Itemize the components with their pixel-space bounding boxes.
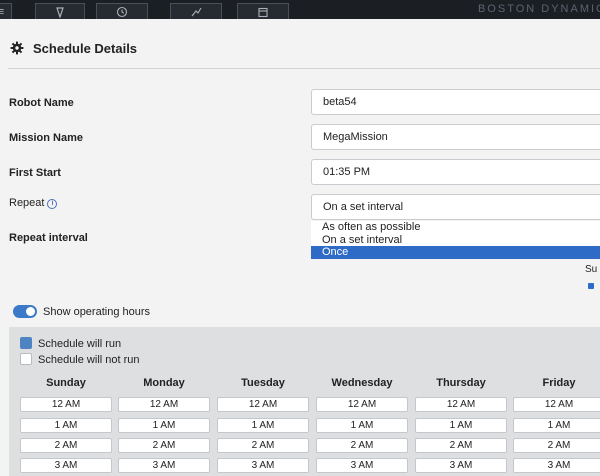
weekday-label-sunday: Su — [585, 264, 598, 275]
page-header: Schedule Details — [0, 19, 600, 69]
hour-cell-sunday-3[interactable]: 3 AM — [20, 458, 112, 473]
mission-name-field[interactable]: MegaMission — [311, 124, 600, 150]
mission-name-label: Mission Name — [9, 132, 83, 144]
hour-cell-wednesday-1[interactable]: 1 AM — [316, 418, 408, 433]
hour-cell-friday-2[interactable]: 2 AM — [513, 438, 600, 453]
repeat-option-set-interval[interactable]: On a set interval — [311, 234, 600, 247]
repeat-label-row: Repeat i — [9, 197, 58, 209]
day-header-tuesday: Tuesday — [241, 377, 285, 389]
operating-hours-toggle[interactable] — [13, 305, 37, 318]
hour-cell-tuesday-3[interactable]: 3 AM — [217, 458, 309, 473]
first-start-field[interactable]: 01:35 PM — [311, 159, 600, 185]
repeat-label: Repeat — [9, 197, 45, 209]
repeat-interval-label: Repeat interval — [9, 232, 88, 244]
weekday-checkbox-sunday[interactable] — [588, 283, 594, 289]
info-icon[interactable]: i — [47, 199, 58, 209]
gear-icon — [10, 41, 24, 55]
day-header-monday: Monday — [143, 377, 185, 389]
robot-name-label: Robot Name — [9, 97, 74, 109]
nav-tab-history[interactable] — [96, 3, 148, 19]
hour-cell-sunday-1[interactable]: 1 AM — [20, 418, 112, 433]
hour-cell-sunday-2[interactable]: 2 AM — [20, 438, 112, 453]
day-header-friday: Friday — [542, 377, 576, 389]
legend-will-not-run: Schedule will not run — [38, 354, 140, 366]
hour-cell-thursday-1[interactable]: 1 AM — [415, 418, 507, 433]
chart-icon — [191, 7, 202, 16]
top-nav-bar: ≡ BOSTON DYNAMIC — [0, 0, 600, 19]
repeat-select[interactable]: On a set interval — [311, 194, 600, 220]
calendar-icon — [258, 7, 268, 17]
operating-hours-toggle-label: Show operating hours — [43, 306, 151, 318]
hour-cell-wednesday-2[interactable]: 2 AM — [316, 438, 408, 453]
page-title: Schedule Details — [33, 41, 138, 56]
hour-cell-tuesday-0[interactable]: 12 AM — [217, 397, 309, 412]
day-header-thursday: Thursday — [436, 377, 486, 389]
first-start-value: 01:35 PM — [323, 166, 371, 178]
header-divider — [8, 68, 600, 69]
hour-cell-tuesday-1[interactable]: 1 AM — [217, 418, 309, 433]
hour-cell-wednesday-3[interactable]: 3 AM — [316, 458, 408, 473]
repeat-selected-value: On a set interval — [323, 201, 404, 213]
legend-swatch-will-run — [20, 337, 32, 349]
repeat-dropdown-menu: As often as possible On a set interval O… — [311, 221, 600, 259]
nav-icon: ≡ — [0, 5, 5, 18]
repeat-option-once[interactable]: Once — [311, 246, 600, 259]
mission-name-value: MegaMission — [323, 131, 388, 143]
brand-logo-text: BOSTON DYNAMIC — [477, 3, 600, 15]
hour-cell-thursday-0[interactable]: 12 AM — [415, 397, 507, 412]
day-header-wednesday: Wednesday — [331, 377, 393, 389]
hour-cell-thursday-3[interactable]: 3 AM — [415, 458, 507, 473]
hour-cell-wednesday-0[interactable]: 12 AM — [316, 397, 408, 412]
toggle-knob — [26, 307, 35, 316]
nav-tab-missions[interactable] — [35, 3, 85, 19]
day-header-sunday: Sunday — [46, 377, 86, 389]
nav-tab-schedule[interactable] — [237, 3, 289, 19]
first-start-label: First Start — [9, 167, 61, 179]
hour-cell-tuesday-2[interactable]: 2 AM — [217, 438, 309, 453]
hour-cell-friday-0[interactable]: 12 AM — [513, 397, 600, 412]
nav-tab-analytics[interactable] — [170, 3, 222, 19]
hour-cell-friday-3[interactable]: 3 AM — [513, 458, 600, 473]
hour-cell-friday-1[interactable]: 1 AM — [513, 418, 600, 433]
map-pin-icon — [56, 6, 64, 18]
repeat-option-as-often[interactable]: As often as possible — [311, 221, 600, 234]
robot-name-value: beta54 — [323, 96, 357, 108]
history-icon — [116, 6, 128, 17]
hour-cell-monday-3[interactable]: 3 AM — [118, 458, 210, 473]
hour-cell-thursday-2[interactable]: 2 AM — [415, 438, 507, 453]
legend-swatch-will-not-run — [20, 353, 32, 365]
nav-tab-partial[interactable]: ≡ — [0, 3, 12, 19]
hour-cell-sunday-0[interactable]: 12 AM — [20, 397, 112, 412]
hour-cell-monday-2[interactable]: 2 AM — [118, 438, 210, 453]
robot-name-field[interactable]: beta54 — [311, 89, 600, 115]
hour-cell-monday-0[interactable]: 12 AM — [118, 397, 210, 412]
hour-cell-monday-1[interactable]: 1 AM — [118, 418, 210, 433]
legend-will-run: Schedule will run — [38, 338, 122, 350]
